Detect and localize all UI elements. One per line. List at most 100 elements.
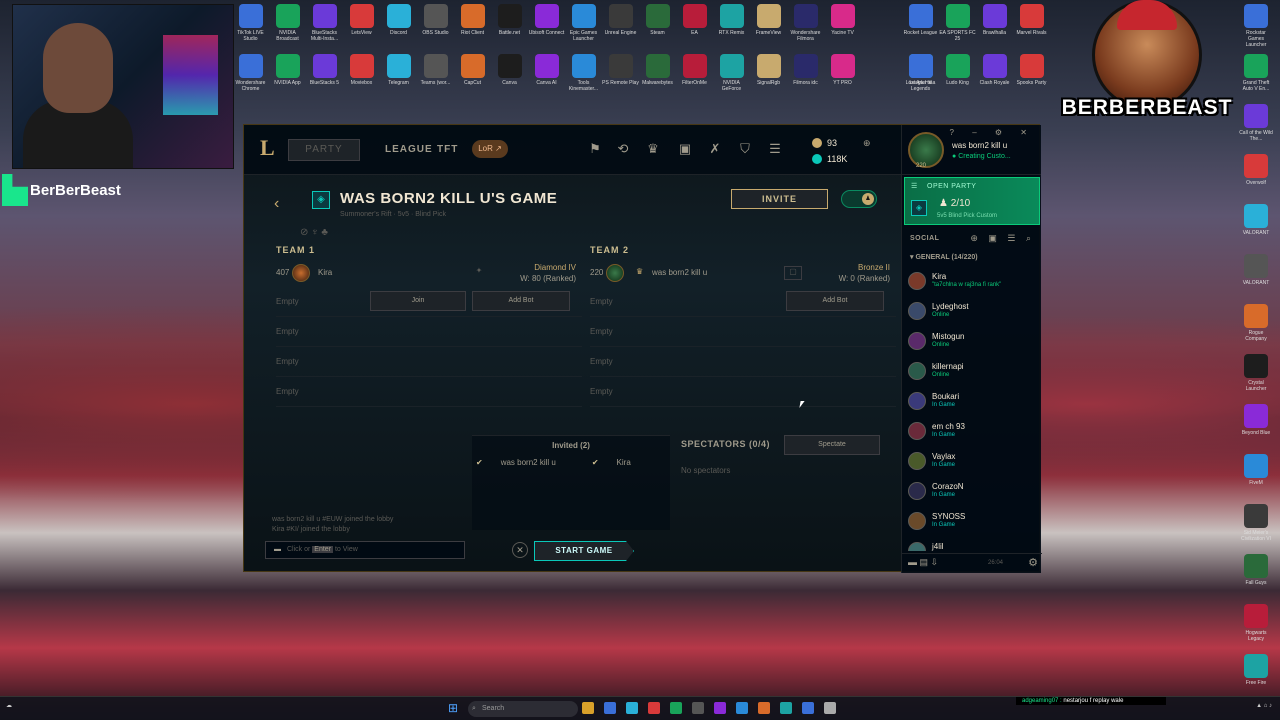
desktop-shortcut[interactable]: YT PRO	[824, 54, 861, 104]
windows-start-icon[interactable]: ⊞	[448, 702, 461, 715]
friend-item[interactable]: em ch 93 In Game	[906, 417, 1036, 447]
desktop-shortcut[interactable]: Canva AI	[528, 54, 565, 104]
social-toolbar[interactable]: ⊕ ▣ ☰ ⌕	[970, 233, 1035, 244]
add-bot-button[interactable]: Add Bot	[786, 291, 884, 311]
desktop-shortcut[interactable]: Moviebox	[343, 54, 380, 104]
missions-icon[interactable]: ⚑	[586, 140, 604, 158]
profile-icon[interactable]: ♛	[644, 140, 662, 158]
desktop-shortcut[interactable]: BlueStacks Multi-Insta...	[306, 4, 343, 54]
lor-button[interactable]: LoR ↗	[472, 140, 508, 158]
friend-item[interactable]: Boukari In Game	[906, 387, 1036, 417]
desktop-shortcut[interactable]: EA SPORTS FC 25	[939, 4, 976, 54]
desktop-shortcut[interactable]: Riot Client	[454, 4, 491, 54]
desktop-shortcut[interactable]: EA	[676, 4, 713, 54]
spectate-button[interactable]: Spectate	[784, 435, 880, 455]
taskbar-app-icon[interactable]	[626, 702, 638, 714]
loot-icon[interactable]: ✗	[706, 140, 724, 158]
invite-button[interactable]: INVITE	[731, 189, 828, 209]
friend-item[interactable]: CorazoN In Game	[906, 477, 1036, 507]
close-lobby-icon[interactable]: ✕	[512, 542, 528, 558]
taskbar-app-icon[interactable]	[802, 702, 814, 714]
desktop-shortcut[interactable]: Clash Royale	[976, 54, 1013, 104]
desktop-shortcut[interactable]: Lost Ark Hiaa	[902, 54, 939, 104]
desktop-shortcut[interactable]: Brawlhalla	[976, 4, 1013, 54]
friend-item[interactable]: killernapi Online	[906, 357, 1036, 387]
desktop-shortcut[interactable]: NVIDIA Broadcast	[269, 4, 306, 54]
desktop-shortcut[interactable]: Rocket League	[902, 4, 939, 54]
collection-icon[interactable]: ▣	[676, 140, 694, 158]
desktop-shortcut[interactable]: Battle.net	[491, 4, 528, 54]
party-button[interactable]: PARTY	[288, 139, 360, 161]
desktop-shortcut[interactable]: VALORANT	[1238, 204, 1275, 254]
desktop-shortcut[interactable]: Ludo King	[939, 54, 976, 104]
desktop-shortcut[interactable]: Discord	[380, 4, 417, 54]
desktop-shortcut[interactable]: TikTok LIVE Studio	[232, 4, 269, 54]
desktop-shortcut[interactable]: Sid Meier's Civilization VI	[1238, 504, 1275, 554]
add-bot-button[interactable]: Add Bot	[472, 291, 570, 311]
open-party-toggle[interactable]: ♟	[841, 190, 877, 208]
desktop-shortcut[interactable]: Overwolf	[1238, 154, 1275, 204]
my-profile[interactable]: 220 was born2 kill u ● Creating Custo...…	[902, 125, 1041, 175]
desktop-shortcut[interactable]: Crystal Launcher	[1238, 354, 1275, 404]
link-icon[interactable]: ⟲	[614, 140, 632, 158]
desktop-shortcut[interactable]: RTX Remix	[713, 4, 750, 54]
desktop-shortcut[interactable]: Teams (wor...	[417, 54, 454, 104]
taskbar-app-icon[interactable]	[670, 702, 682, 714]
back-arrow-icon[interactable]: ‹	[274, 195, 279, 213]
window-controls[interactable]: ? – ⚙ ✕	[950, 128, 1035, 137]
league-logo-icon[interactable]: L	[260, 135, 284, 163]
weather-widget[interactable]: ☁	[6, 702, 12, 709]
tab-league[interactable]: LEAGUE	[385, 144, 433, 155]
store-icon[interactable]: ☰	[766, 140, 784, 158]
desktop-shortcut[interactable]: Malwarebytes	[639, 54, 676, 104]
desktop-shortcut[interactable]: Ubisoft Connect	[528, 4, 565, 54]
desktop-shortcut[interactable]: BlueStacks 5	[306, 54, 343, 104]
taskbar-app-icon[interactable]	[780, 702, 792, 714]
friend-item[interactable]: Mistogun Online	[906, 327, 1036, 357]
desktop-shortcut[interactable]: NVIDIA App	[269, 54, 306, 104]
system-tray-clock[interactable]: ▲ ⌂ ♪	[1256, 703, 1272, 710]
desktop-shortcut[interactable]: Epic Games Launcher	[565, 4, 602, 54]
friend-item[interactable]: Vaylax In Game	[906, 447, 1036, 477]
taskbar-app-icon[interactable]	[582, 702, 594, 714]
desktop-shortcut[interactable]: Telegram	[380, 54, 417, 104]
friend-item[interactable]: SYNOSS In Game	[906, 507, 1036, 537]
taskbar-search[interactable]: ⌕ Search	[468, 701, 578, 717]
desktop-shortcut[interactable]: NVIDIA GeForce	[713, 54, 750, 104]
friend-item[interactable]: Kira "ta7chlna w raj3na fi rank"	[906, 267, 1036, 297]
desktop-shortcut[interactable]: Marvel Rivals	[1013, 4, 1050, 54]
desktop-shortcut[interactable]: Steam	[639, 4, 676, 54]
chat-input[interactable]: ▬ Click or Enter to View	[265, 541, 465, 559]
clash-icon[interactable]: ⛉	[736, 140, 754, 158]
lobby-setting-icons[interactable]: ⊘ ♆ ♣	[300, 227, 328, 238]
desktop-shortcut[interactable]: Rockstar Games Launcher	[1238, 4, 1275, 54]
desktop-shortcut[interactable]: Wondershare Filmora	[787, 4, 824, 54]
join-button[interactable]: Join	[370, 291, 466, 311]
desktop-shortcut[interactable]: Spooks Party	[1013, 54, 1050, 104]
desktop-shortcut[interactable]: Hogwarts Legacy	[1238, 604, 1275, 654]
taskbar-app-icon[interactable]	[714, 702, 726, 714]
desktop-shortcut[interactable]: FilterOnMe	[676, 54, 713, 104]
taskbar-app-icon[interactable]	[736, 702, 748, 714]
position-icon[interactable]: ▢	[784, 266, 802, 280]
position-icon[interactable]: ✦	[470, 266, 488, 280]
desktop-shortcut[interactable]: Fall Guys	[1238, 554, 1275, 604]
desktop-shortcut[interactable]: PS Remote Play	[602, 54, 639, 104]
start-game-button[interactable]: START GAME	[534, 541, 634, 561]
gear-icon[interactable]: ⚙	[1028, 556, 1038, 569]
friend-group[interactable]: ▾ GENERAL (14/220)	[910, 253, 978, 261]
desktop-shortcut[interactable]: CapCut	[454, 54, 491, 104]
desktop-shortcut[interactable]: Yacine TV	[824, 4, 861, 54]
desktop-shortcut[interactable]: Beyond Blue	[1238, 404, 1275, 454]
desktop-shortcut[interactable]: Unreal Engine	[602, 4, 639, 54]
desktop-shortcut[interactable]: VALORANT	[1238, 254, 1275, 304]
taskbar-app-icon[interactable]	[824, 702, 836, 714]
desktop-shortcut[interactable]: OBS Studio	[417, 4, 454, 54]
chat-icon[interactable]: ▬ ▤ ⇩	[908, 557, 938, 568]
open-party-card[interactable]: ☰ OPEN PARTY ◈ ♟ 2/10 5v5 Blind Pick Cus…	[904, 177, 1040, 225]
taskbar-app-icon[interactable]	[758, 702, 770, 714]
team-1-member[interactable]: 407 Kira ✦ Diamond IV W: 80 (Ranked)	[276, 261, 582, 287]
desktop-shortcut[interactable]: FrameView	[750, 4, 787, 54]
taskbar-app-icon[interactable]	[604, 702, 616, 714]
desktop-shortcut[interactable]: Filmora idc	[787, 54, 824, 104]
